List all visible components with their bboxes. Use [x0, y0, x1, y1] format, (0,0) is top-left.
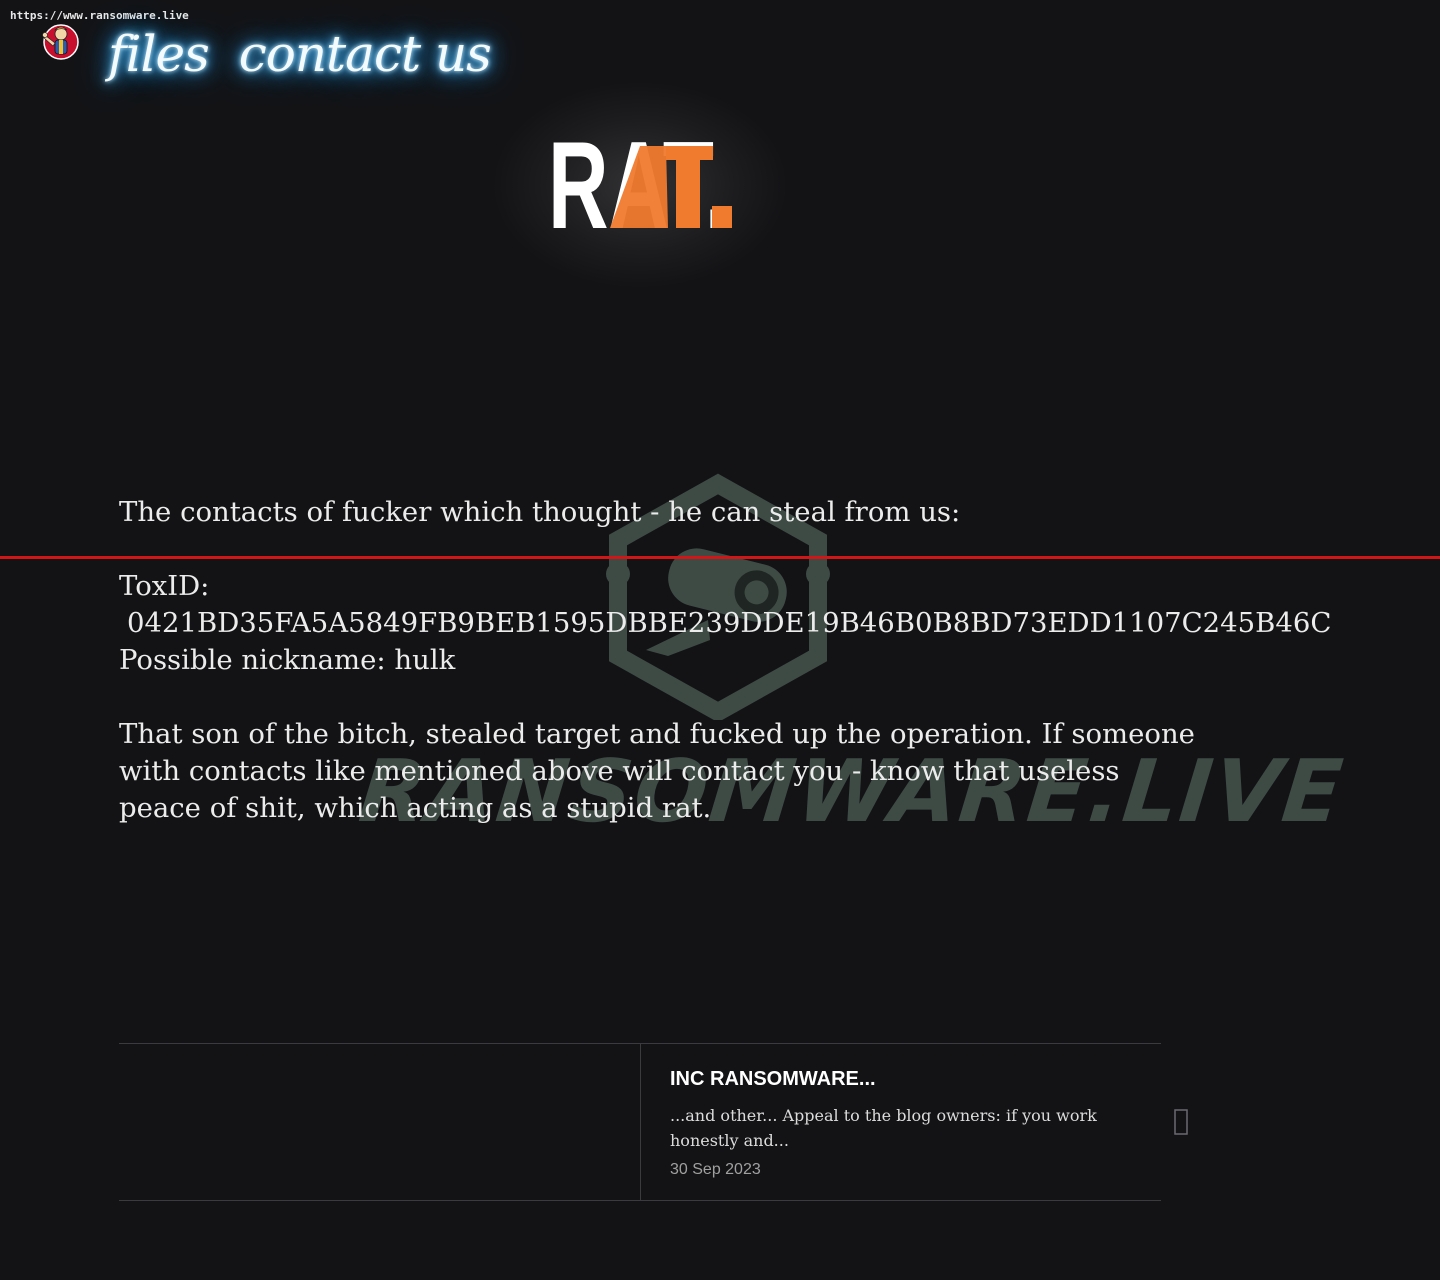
- related-post-empty-cell: [119, 1044, 641, 1200]
- article-body: That son of the bitch, stealed target an…: [119, 718, 1195, 824]
- top-nav: files contact us: [108, 14, 492, 94]
- toxid-value: 0421BD35FA5A5849FB9BEB1595DBBE239DDE19B4…: [127, 607, 1332, 639]
- related-post-card[interactable]: INC RANSOMWARE... ...and other... Appeal…: [670, 1068, 1150, 1179]
- nav-files-link[interactable]: files: [108, 25, 210, 83]
- related-post-excerpt: ...and other... Appeal to the blog owner…: [670, 1106, 1097, 1150]
- related-posts: INC RANSOMWARE... ...and other... Appeal…: [119, 1043, 1161, 1201]
- site-logo: RAT.: [548, 118, 732, 238]
- toxid-label: ToxID:: [119, 570, 210, 602]
- article-intro: The contacts of fucker which thought - h…: [119, 496, 961, 528]
- related-post-title[interactable]: INC RANSOMWARE...: [670, 1068, 1150, 1091]
- page: https://www.ransomware.live files contac…: [0, 0, 1440, 1280]
- chevron-right-icon[interactable]: [1172, 1102, 1190, 1142]
- nickname-line: Possible nickname: hulk: [119, 644, 456, 676]
- related-post-date: 30 Sep 2023: [670, 1161, 761, 1178]
- article-content: The contacts of fucker which thought - h…: [119, 494, 1332, 827]
- nav-contact-us-link[interactable]: contact us: [239, 25, 492, 83]
- vault-boy-mascot-icon: [42, 24, 79, 60]
